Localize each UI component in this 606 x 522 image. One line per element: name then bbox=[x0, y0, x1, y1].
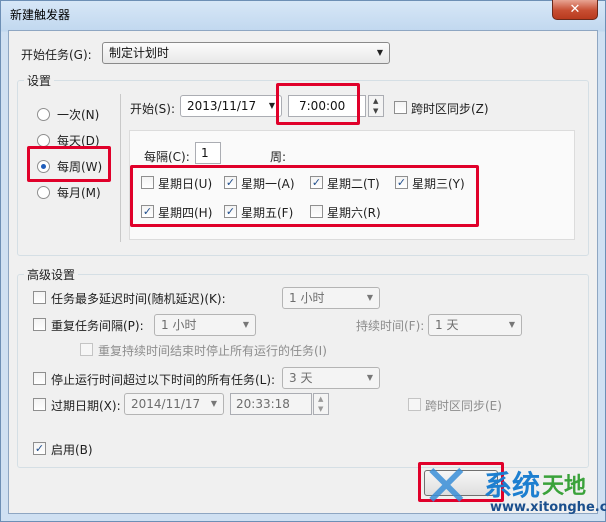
stop-over-value: 3 天 bbox=[289, 371, 313, 385]
begin-task-label: 开始任务(G): bbox=[21, 48, 92, 62]
watermark-logo: ✕ 系统 天地 www.xitonghe.com bbox=[418, 452, 606, 520]
start-date-value: 2013/11/17 bbox=[187, 99, 257, 113]
spin-up-icon: ▲ bbox=[318, 395, 324, 403]
start-label: 开始(S): bbox=[130, 102, 176, 116]
duration-value: 1 天 bbox=[435, 318, 459, 332]
recur-every-input[interactable]: 1 bbox=[195, 142, 221, 164]
radio-once[interactable] bbox=[37, 108, 50, 121]
time-highlight-box bbox=[276, 83, 360, 125]
chevron-down-icon: ▼ bbox=[376, 48, 383, 57]
delay-checkbox[interactable] bbox=[33, 291, 46, 304]
sync-timezone-label: 跨时区同步(Z) bbox=[411, 102, 489, 116]
watermark-x-icon: ✕ bbox=[422, 452, 471, 520]
chevron-down-icon: ▼ bbox=[210, 399, 217, 408]
days-highlight-box bbox=[130, 165, 479, 227]
repeat-checkbox[interactable] bbox=[33, 318, 46, 331]
stop-over-label: 停止运行时间超过以下时间的所有任务(L): bbox=[51, 373, 276, 387]
settings-group-title: 设置 bbox=[24, 72, 55, 89]
expire-time-spinner[interactable]: ▲ ▼ bbox=[313, 393, 329, 415]
enabled-label: 启用(B) bbox=[51, 443, 93, 457]
stop-over-checkbox[interactable] bbox=[33, 372, 46, 385]
stop-at-end-label: 重复持续时间结束时停止所有运行的任务(I) bbox=[98, 344, 327, 358]
window-title: 新建触发器 bbox=[10, 8, 71, 22]
expire-sync-label: 跨时区同步(E) bbox=[425, 399, 502, 413]
close-button[interactable]: ✕ bbox=[552, 0, 598, 20]
sync-timezone-checkbox[interactable] bbox=[394, 101, 407, 114]
begin-task-value: 制定计划时 bbox=[109, 46, 170, 60]
chevron-down-icon: ▼ bbox=[508, 320, 515, 329]
radio-monthly-label: 每月(M) bbox=[57, 186, 101, 200]
delay-label: 任务最多延迟时间(随机延迟)(K): bbox=[51, 292, 226, 306]
repeat-value: 1 小时 bbox=[161, 318, 197, 332]
duration-select[interactable]: 1 天 ▼ bbox=[428, 314, 522, 336]
watermark-url: www.xitonghe.com bbox=[490, 500, 606, 515]
stop-at-end-checkbox[interactable] bbox=[80, 343, 93, 356]
watermark-brand-a: 系统 bbox=[484, 469, 541, 502]
settings-divider bbox=[120, 94, 121, 242]
expire-checkbox[interactable] bbox=[33, 398, 46, 411]
spin-down-icon: ▼ bbox=[373, 107, 379, 115]
title-bar[interactable]: 新建触发器 bbox=[0, 0, 606, 30]
delay-value: 1 小时 bbox=[289, 291, 325, 305]
expire-label: 过期日期(X): bbox=[51, 399, 121, 413]
expire-time-input[interactable]: 20:33:18 bbox=[230, 393, 312, 415]
duration-label: 持续时间(F): bbox=[356, 319, 425, 333]
expire-date-value: 2014/11/17 bbox=[131, 397, 201, 411]
delay-select[interactable]: 1 小时 ▼ bbox=[282, 287, 380, 309]
recur-every-label: 每隔(C): bbox=[144, 150, 190, 164]
weeks-label: 周: bbox=[270, 150, 287, 164]
watermark-brand-b: 天地 bbox=[542, 474, 587, 499]
start-date-picker[interactable]: 2013/11/17 ▼ bbox=[180, 95, 282, 117]
radio-monthly[interactable] bbox=[37, 186, 50, 199]
advanced-group-title: 高级设置 bbox=[24, 266, 79, 283]
stop-over-select[interactable]: 3 天 ▼ bbox=[282, 367, 380, 389]
chevron-down-icon: ▼ bbox=[366, 293, 373, 302]
spin-up-icon: ▲ bbox=[373, 97, 379, 105]
chevron-down-icon: ▼ bbox=[268, 101, 275, 110]
repeat-select[interactable]: 1 小时 ▼ bbox=[154, 314, 256, 336]
chevron-down-icon: ▼ bbox=[366, 373, 373, 382]
weekly-highlight-box bbox=[27, 146, 111, 182]
radio-once-label: 一次(N) bbox=[57, 108, 100, 122]
spin-down-icon: ▼ bbox=[318, 405, 324, 413]
repeat-label: 重复任务间隔(P): bbox=[51, 319, 144, 333]
expire-time-value: 20:33:18 bbox=[236, 397, 290, 411]
expire-sync-checkbox[interactable] bbox=[408, 398, 421, 411]
start-time-spinner[interactable]: ▲ ▼ bbox=[368, 95, 384, 117]
expire-date-picker[interactable]: 2014/11/17 ▼ bbox=[124, 393, 224, 415]
recur-every-value: 1 bbox=[201, 146, 209, 160]
enabled-checkbox[interactable]: ✓ bbox=[33, 442, 46, 455]
begin-task-select[interactable]: 制定计划时 ▼ bbox=[102, 42, 390, 64]
chevron-down-icon: ▼ bbox=[242, 320, 249, 329]
